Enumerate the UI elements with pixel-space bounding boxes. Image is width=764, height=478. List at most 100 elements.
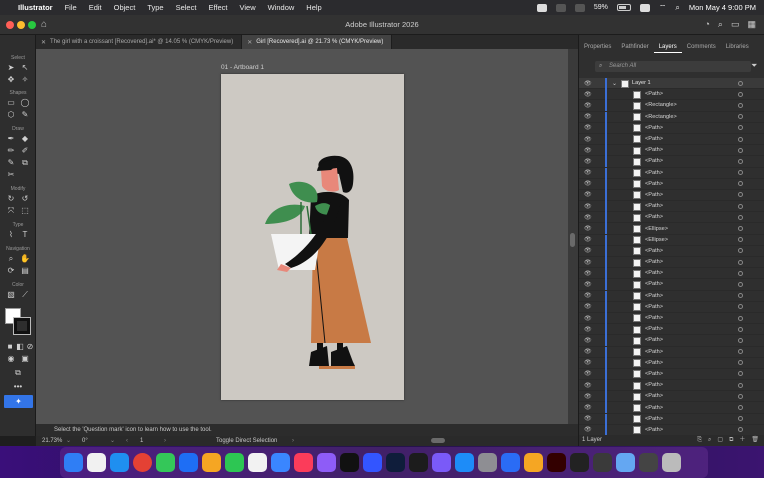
selection-tool-icon[interactable]: ➤ (6, 63, 16, 73)
menu-help[interactable]: Help (306, 3, 321, 12)
reflect-tool-icon[interactable]: ↺ (20, 194, 30, 204)
target-circle-icon[interactable] (738, 360, 743, 366)
target-circle-icon[interactable] (738, 427, 743, 433)
sublayer-row[interactable]: 👁 <Path> (579, 312, 764, 325)
target-circle-icon[interactable] (738, 248, 743, 254)
gradient-tool-icon[interactable]: ▧ (6, 290, 16, 300)
menu-edit[interactable]: Edit (89, 3, 102, 12)
visibility-eye-icon[interactable]: 👁 (584, 370, 592, 377)
target-circle-icon[interactable] (738, 214, 743, 220)
stroke-swatch[interactable] (13, 317, 31, 335)
search-icon[interactable]: ⌕ (675, 3, 679, 13)
pen-tool-icon[interactable]: ✒ (6, 134, 16, 144)
shaper-tool-icon[interactable]: ✎ (20, 110, 30, 120)
sublayer-row[interactable]: 👁 <Path> (579, 245, 764, 257)
sublayer-row[interactable]: 👁 <Path> (579, 133, 764, 146)
sublayer-row[interactable]: 👁 <Rectangle> (579, 111, 764, 123)
notes-icon[interactable] (248, 453, 267, 472)
sublayer-row[interactable]: 👁 <Path> (579, 279, 764, 291)
tab-document-1[interactable]: ✕ The girl with a croissant [Recovered].… (36, 35, 243, 49)
zoom-level-select[interactable]: 21.73% (42, 436, 62, 446)
chevron-down-icon[interactable]: ⌄ (66, 436, 71, 446)
polygon-tool-icon[interactable]: ⬡ (6, 110, 16, 120)
target-circle-icon[interactable] (738, 337, 743, 343)
mail-icon[interactable] (179, 453, 198, 472)
target-circle-icon[interactable] (738, 91, 743, 97)
safari-icon[interactable] (110, 453, 129, 472)
close-tab-icon[interactable]: ✕ (247, 39, 252, 46)
facetime-icon[interactable] (225, 453, 244, 472)
tray-icon[interactable] (536, 3, 547, 12)
eyedropper-tool-icon[interactable]: ⟋ (20, 290, 30, 300)
locate-object-icon[interactable]: ⌕ (708, 435, 711, 446)
visibility-eye-icon[interactable]: 👁 (584, 247, 592, 254)
xp-pen-icon[interactable] (570, 453, 589, 472)
target-circle-icon[interactable] (738, 136, 743, 142)
sublayer-row[interactable]: 👁 <Ellipse> (579, 223, 764, 235)
visibility-eye-icon[interactable]: 👁 (584, 214, 592, 221)
sublayer-row[interactable]: 👁 <Path> (579, 346, 764, 358)
lasso-tool-icon[interactable]: ✥ (6, 75, 16, 85)
illustrator-icon[interactable] (547, 453, 566, 472)
color-mode-icon[interactable]: ■ (5, 342, 15, 352)
target-circle-icon[interactable] (738, 158, 743, 164)
free-transform-tool-icon[interactable]: ⬚ (20, 206, 30, 216)
target-circle-icon[interactable] (738, 226, 743, 232)
visibility-eye-icon[interactable]: 👁 (584, 169, 592, 176)
visibility-eye-icon[interactable]: 👁 (584, 236, 592, 243)
delete-icon[interactable]: 🗑 (751, 435, 759, 446)
layers-search-input[interactable]: ⌕ Search All (595, 61, 751, 72)
visibility-eye-icon[interactable]: 👁 (584, 348, 592, 355)
rotation-select[interactable]: 0° (82, 436, 88, 446)
artboard[interactable] (221, 74, 404, 400)
target-circle-icon[interactable] (738, 293, 743, 299)
menu-view[interactable]: View (239, 3, 255, 12)
target-circle-icon[interactable] (738, 147, 743, 153)
keyboard-input-icon[interactable] (639, 3, 650, 12)
sublayer-row[interactable]: 👁 <Path> (579, 335, 764, 347)
target-circle-icon[interactable] (738, 371, 743, 377)
menu-file[interactable]: File (65, 3, 77, 12)
downloads-folder-icon[interactable] (616, 453, 635, 472)
figma-icon[interactable] (409, 453, 428, 472)
app-menu-name[interactable]: Illustrator (18, 3, 53, 12)
menu-type[interactable]: Type (147, 3, 163, 12)
search-help-icon[interactable]: ⌕ (718, 19, 723, 30)
target-circle-icon[interactable] (738, 192, 743, 198)
visibility-eye-icon[interactable]: 👁 (584, 326, 592, 333)
direct-selection-tool-icon[interactable]: ↖ (20, 63, 30, 73)
sublayer-row[interactable]: 👁 <Path> (579, 301, 764, 313)
target-circle-icon[interactable] (738, 315, 743, 321)
sublayer-row[interactable]: 👁 <Path> (579, 391, 764, 403)
bitwarden-icon[interactable] (363, 453, 382, 472)
target-circle-icon[interactable] (738, 416, 743, 422)
target-circle-icon[interactable] (738, 382, 743, 388)
new-layer-icon[interactable]: ＋ (739, 435, 745, 446)
visibility-eye-icon[interactable]: 👁 (584, 80, 592, 87)
type-tool-icon[interactable]: T (20, 230, 30, 240)
menu-object[interactable]: Object (114, 3, 136, 12)
target-circle-icon[interactable] (738, 405, 743, 411)
system-settings-icon[interactable] (478, 453, 497, 472)
sublayer-row[interactable]: 👁 <Path> (579, 122, 764, 134)
visibility-eye-icon[interactable]: 👁 (584, 393, 592, 400)
clipping-mask-icon[interactable]: ▢ (717, 435, 723, 446)
visibility-eye-icon[interactable]: 👁 (584, 303, 592, 310)
visibility-eye-icon[interactable]: 👁 (584, 147, 592, 154)
edit-toolbar-button[interactable]: ✦ (4, 395, 33, 408)
prev-artboard-icon[interactable]: ‹ (126, 436, 128, 446)
tab-properties[interactable]: Properties (579, 41, 616, 53)
close-tab-icon[interactable]: ✕ (41, 39, 46, 46)
clock[interactable]: Mon May 4 9:00 PM (689, 3, 756, 12)
collect-export-icon[interactable]: ⎘ (697, 435, 702, 446)
artboard-label[interactable]: 01 - Artboard 1 (221, 64, 264, 71)
visibility-eye-icon[interactable]: 👁 (584, 292, 592, 299)
podcasts-icon[interactable] (317, 453, 336, 472)
pencil-tool-icon[interactable]: ✎ (6, 158, 16, 168)
notion-icon[interactable] (432, 453, 451, 472)
sublayer-row[interactable]: 👁 <Path> (579, 156, 764, 168)
target-circle-icon[interactable] (738, 326, 743, 332)
visibility-eye-icon[interactable]: 👁 (584, 191, 592, 198)
sublayer-row[interactable]: 👁 <Path> (579, 268, 764, 280)
target-circle-icon[interactable] (738, 281, 743, 287)
